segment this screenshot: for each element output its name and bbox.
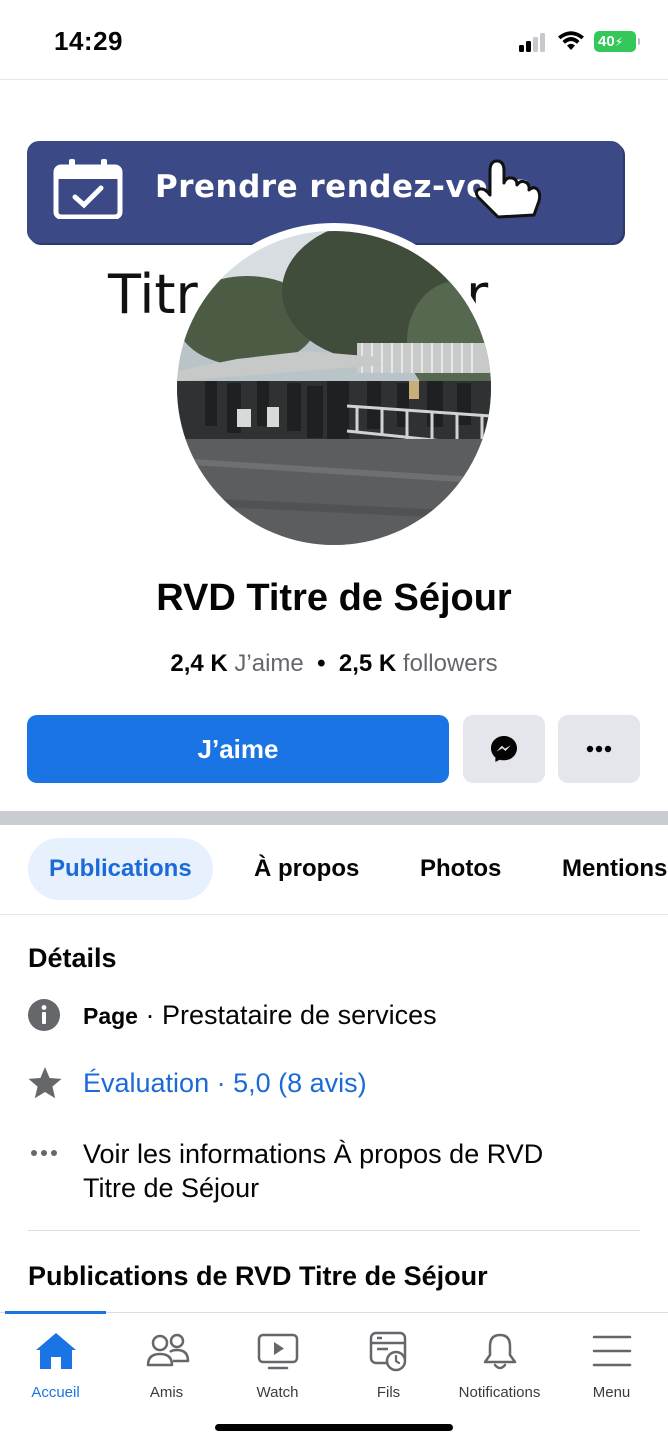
status-time: 14:29 bbox=[54, 26, 123, 56]
home-icon bbox=[36, 1333, 76, 1369]
calendar-check-icon bbox=[53, 159, 123, 219]
profile-photo-queue bbox=[177, 231, 491, 545]
page-category-prefix: Page bbox=[83, 1003, 138, 1029]
nav-menu[interactable]: Menu bbox=[556, 1313, 667, 1403]
page-title: RVD Titre de Séjour bbox=[156, 577, 512, 619]
more-dots-icon bbox=[586, 745, 612, 753]
home-indicator bbox=[215, 1424, 453, 1431]
status-bar: 14:29 40⚡ bbox=[0, 0, 668, 80]
pointing-hand-icon bbox=[474, 159, 542, 219]
page-category-text: · Prestataire de services bbox=[137, 1000, 437, 1030]
nav-feeds-label: Fils bbox=[376, 1384, 401, 1401]
feeds-icon bbox=[369, 1331, 407, 1372]
star-icon bbox=[28, 1067, 62, 1099]
profile-tabs: Publications À propos Photos Mentions bbox=[0, 825, 668, 915]
about-link-line1: Voir les informations À propos de RVD bbox=[83, 1139, 544, 1169]
nav-watch-label: Watch bbox=[256, 1384, 299, 1401]
nav-home-label: Accueil bbox=[31, 1384, 80, 1401]
nav-menu-label: Menu bbox=[592, 1384, 631, 1401]
about-link[interactable]: Voir les informations À propos de RVD Ti… bbox=[83, 1137, 543, 1205]
bell-icon bbox=[483, 1333, 517, 1370]
tab-publications[interactable]: Publications bbox=[28, 838, 213, 900]
tab-mentions[interactable]: Mentions bbox=[562, 838, 667, 900]
page-stats: 2,4 K J’aime • 2,5 K followers bbox=[0, 650, 668, 678]
messenger-button[interactable] bbox=[463, 715, 545, 783]
nav-watch[interactable]: Watch bbox=[222, 1313, 333, 1403]
nav-notifications[interactable]: Notifications bbox=[444, 1313, 555, 1403]
watch-icon bbox=[257, 1333, 299, 1370]
battery-icon: 40⚡ bbox=[594, 31, 640, 52]
section-separator bbox=[0, 811, 668, 825]
likes-count: 2,4 K bbox=[170, 650, 228, 677]
profile-picture[interactable] bbox=[169, 223, 499, 553]
about-link-line2: Titre de Séjour bbox=[83, 1173, 260, 1203]
like-page-button[interactable]: J’aime bbox=[27, 715, 449, 783]
cellular-signal-icon bbox=[519, 32, 547, 52]
posts-heading: Publications de RVD Titre de Séjour bbox=[28, 1261, 488, 1291]
nav-home[interactable]: Accueil bbox=[0, 1313, 111, 1403]
details-heading: Détails bbox=[28, 943, 117, 973]
nav-notifications-label: Notifications bbox=[458, 1384, 541, 1401]
friends-icon bbox=[146, 1333, 190, 1367]
nav-feeds[interactable]: Fils bbox=[333, 1313, 444, 1403]
more-options-button[interactable] bbox=[558, 715, 640, 783]
rating-link[interactable]: Évaluation · 5,0 (8 avis) bbox=[83, 1068, 367, 1099]
tab-photos[interactable]: Photos bbox=[420, 838, 501, 900]
wifi-icon bbox=[558, 31, 584, 50]
nav-friends-label: Amis bbox=[149, 1384, 184, 1401]
messenger-icon bbox=[491, 736, 517, 762]
more-dots-icon bbox=[31, 1150, 57, 1156]
tab-about[interactable]: À propos bbox=[254, 838, 359, 900]
nav-friends[interactable]: Amis bbox=[111, 1313, 222, 1403]
info-icon bbox=[28, 999, 60, 1031]
menu-icon bbox=[592, 1335, 632, 1367]
page-category: Page · Prestataire de services bbox=[83, 1000, 437, 1031]
followers-count: 2,5 K bbox=[338, 650, 397, 677]
divider bbox=[28, 1230, 640, 1231]
stats-separator: • bbox=[317, 650, 326, 677]
likes-label[interactable]: J’aime bbox=[234, 650, 303, 677]
followers-label[interactable]: followers bbox=[403, 650, 498, 677]
